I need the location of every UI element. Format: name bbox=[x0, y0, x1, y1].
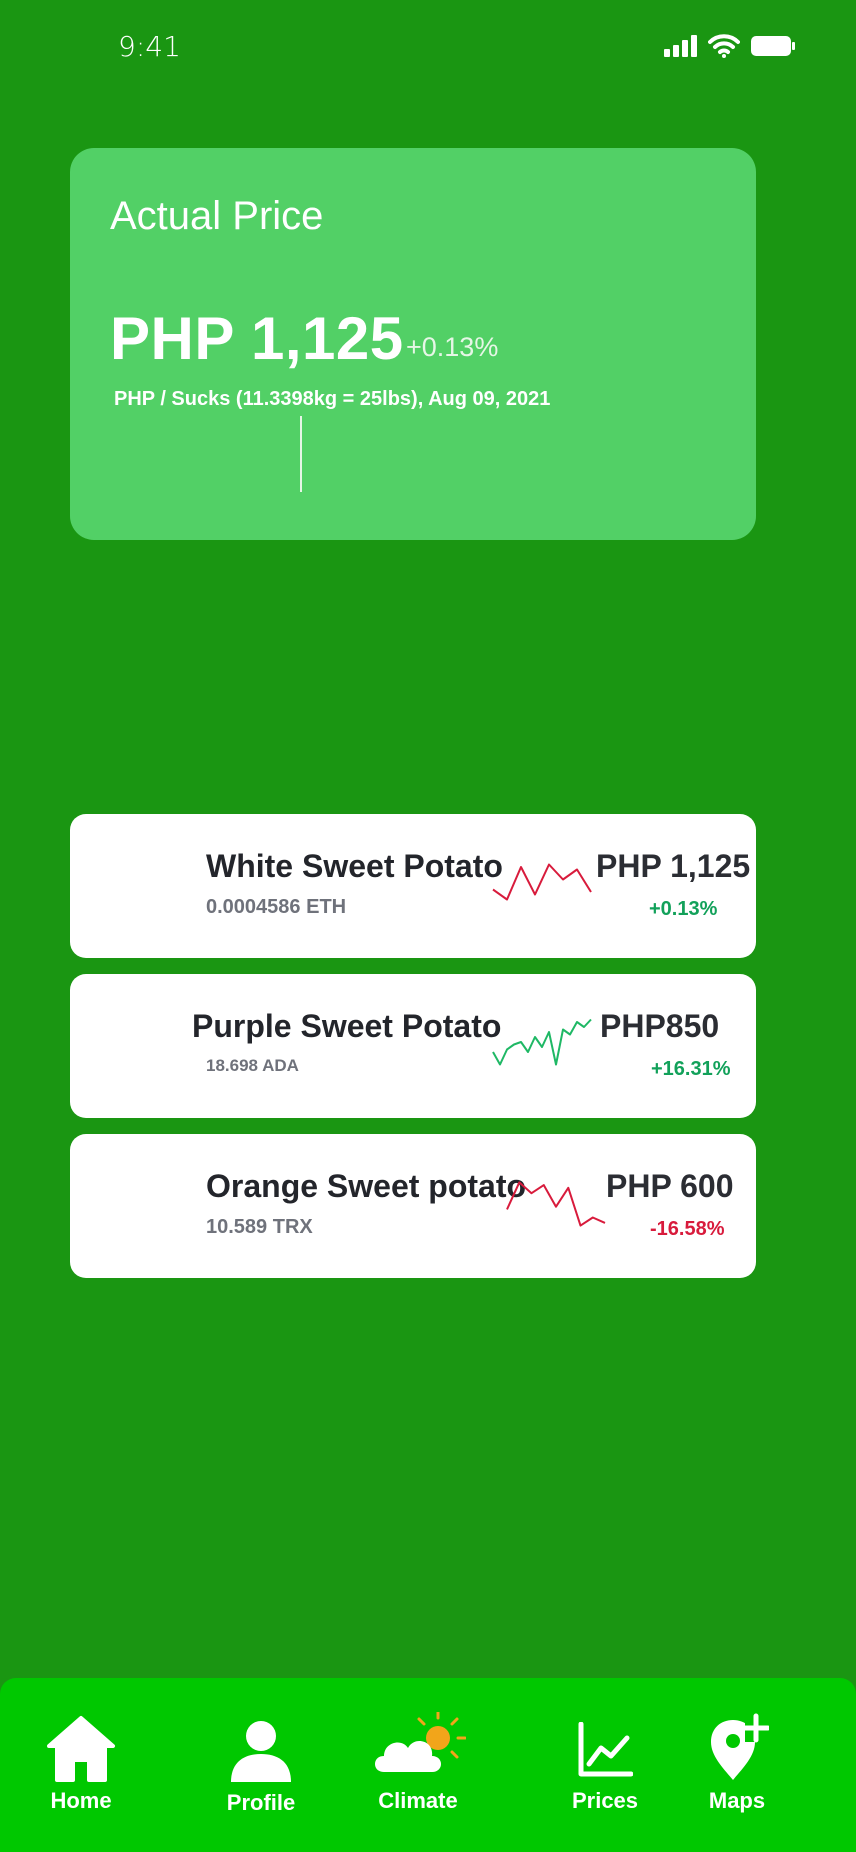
chart-cursor-line bbox=[300, 416, 302, 492]
product-sub-value: 0.0004586 ETH bbox=[206, 896, 347, 918]
sparkline-path bbox=[492, 1018, 592, 1066]
price-card-amount: PHP 1,125 bbox=[110, 305, 404, 372]
product-card-purple-sweet-potato[interactable]: Purple Sweet Potato 18.698 ADA PHP850 +1… bbox=[70, 974, 756, 1118]
sparkline-chart bbox=[492, 863, 592, 901]
product-change: +16.31% bbox=[651, 1058, 731, 1080]
tab-profile[interactable]: Profile bbox=[196, 1678, 326, 1852]
chart-icon bbox=[578, 1722, 633, 1777]
actual-price-card: Actual Price PHP 1,125 +0.13% PHP / Suck… bbox=[70, 148, 756, 540]
home-icon bbox=[47, 1716, 115, 1782]
bottom-tab-bar: Home Profile Climate Prices Maps bbox=[0, 1678, 856, 1852]
product-sub-value: 10.589 TRX bbox=[206, 1216, 313, 1238]
product-name: White Sweet Potato bbox=[206, 848, 503, 884]
status-bar: 9:41 bbox=[0, 0, 856, 96]
status-icons bbox=[664, 34, 796, 58]
tab-home[interactable]: Home bbox=[16, 1678, 146, 1852]
tab-prices[interactable]: Prices bbox=[540, 1678, 670, 1852]
sparkline-chart bbox=[492, 1018, 592, 1066]
signal-icon bbox=[664, 35, 697, 57]
tab-label: Maps bbox=[708, 1788, 766, 1813]
product-card-white-sweet-potato[interactable]: White Sweet Potato 0.0004586 ETH PHP 1,1… bbox=[70, 814, 756, 958]
wifi-icon bbox=[708, 34, 740, 58]
sparkline-chart bbox=[506, 1181, 606, 1227]
tab-label: Prices bbox=[571, 1788, 639, 1813]
price-card-title: Actual Price bbox=[110, 194, 324, 238]
sparkline-path bbox=[506, 1181, 606, 1227]
product-name: Orange Sweet potato bbox=[206, 1168, 527, 1204]
product-sub-value: 18.698 ADA bbox=[206, 1056, 299, 1075]
tab-maps[interactable]: Maps bbox=[672, 1678, 802, 1852]
price-card-change: +0.13% bbox=[406, 332, 499, 362]
map-pin-icon bbox=[711, 1713, 769, 1780]
battery-icon bbox=[751, 36, 795, 56]
product-change: -16.58% bbox=[650, 1218, 725, 1240]
product-card-orange-sweet-potato[interactable]: Orange Sweet potato 10.589 TRX PHP 600 -… bbox=[70, 1134, 756, 1278]
product-name: Purple Sweet Potato bbox=[192, 1008, 502, 1044]
tab-label: Climate bbox=[378, 1788, 458, 1813]
product-change: +0.13% bbox=[649, 898, 718, 920]
product-price: PHP 600 bbox=[606, 1168, 734, 1204]
tab-label: Profile bbox=[226, 1790, 296, 1815]
price-card-unit: PHP / Sucks (11.3398kg = 25lbs), Aug 09,… bbox=[114, 388, 551, 410]
tab-label: Home bbox=[50, 1788, 112, 1813]
tab-climate[interactable]: Climate bbox=[353, 1678, 483, 1852]
climate-icon bbox=[375, 1712, 466, 1772]
status-time: 9:41 bbox=[118, 30, 181, 63]
product-price: PHP850 bbox=[600, 1008, 720, 1044]
profile-icon bbox=[231, 1721, 291, 1782]
sparkline-path bbox=[492, 863, 592, 901]
product-price: PHP 1,125 bbox=[596, 848, 751, 884]
